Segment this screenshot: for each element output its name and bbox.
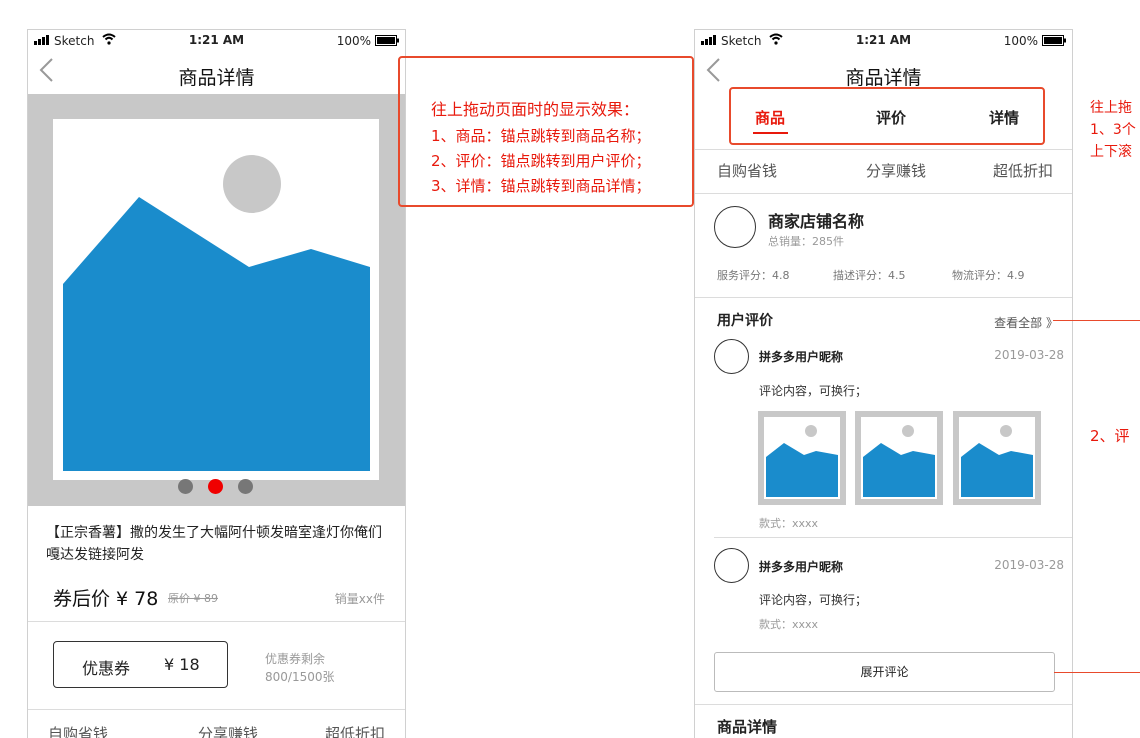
review-photo[interactable] [758,411,846,505]
battery-percent: 100% [336,34,371,48]
divider [28,709,405,710]
expand-reviews-button[interactable]: 展开评论 [714,652,1055,692]
view-all-reviews-link[interactable]: 查看全部 》 [994,314,1058,331]
right-note-line: 上下滚 [1090,144,1132,160]
phone-screen-product: Sketch 1:21 AM 100% 商品详情 【正宗香薯】撒的发生了大幅阿什… [27,29,406,738]
annotation-line-3: 3、详情：锚点跳转到商品详情； [431,177,651,195]
battery-icon [375,35,399,46]
shop-name[interactable]: 商家店铺名称 [768,208,864,232]
phone-screen-scrolled: Sketch 1:21 AM 100% 商品详情 商品 评价 详情 自购省钱 分… [694,29,1073,738]
annotation-line-2: 2、评价：锚点跳转到用户评价； [431,152,651,170]
after-coupon-price: 券后价 ¥ 78 [53,588,159,610]
reviewer-avatar [714,548,749,583]
battery-percent: 100% [1003,34,1038,48]
divider [695,149,1072,150]
divider [714,537,1072,538]
review-date: 2019-03-28 [994,558,1064,572]
image-placeholder-icon [863,425,935,497]
coupon-remain-label: 优惠券剩余 [265,652,326,666]
shop-score-description: 描述评分：4.5 [833,269,906,282]
coupon-button[interactable]: 优惠券 ¥ 18 [53,641,228,688]
coupon-label: 优惠券 [82,659,131,678]
connector-line [1053,320,1140,321]
coupon-amount: ¥ 18 [164,655,200,674]
divider [695,193,1072,194]
promo-self-save[interactable]: 自购省钱 [48,723,108,738]
review-content: 评论内容，可换行； [759,593,868,607]
divider [28,621,405,622]
reviewer-name: 拼多多用户昵称 [759,350,844,364]
shop-avatar[interactable] [714,206,756,248]
product-name: 【正宗香薯】撒的发生了大幅阿什顿发暗室逢灯你俺们嘎达发链接阿发 [46,525,382,563]
battery-icon [1042,35,1066,46]
carousel-dot[interactable] [178,479,193,494]
anchor-tab-bar: 商品 评价 详情 [729,87,1045,145]
image-placeholder-icon [961,425,1033,497]
annotation-title: 往上拖动页面时的显示效果： [431,100,640,119]
reviewer-name: 拼多多用户昵称 [759,560,844,574]
shop-score-logistics: 物流评分：4.9 [952,269,1025,282]
shop-total-sales: 总销量：285件 [768,235,844,248]
annotation-box: 往上拖动页面时的显示效果： 1、商品：锚点跳转到商品名称； 2、评价：锚点跳转到… [398,56,694,207]
product-carousel[interactable] [28,94,405,506]
review-style: 款式：xxxx [759,517,819,530]
promo-low-discount[interactable]: 超低折扣 [325,723,385,738]
tab-active-underline [753,132,788,134]
divider [695,704,1072,705]
review-photo[interactable] [953,411,1041,505]
product-detail-title: 商品详情 [717,718,778,736]
promo-self-save[interactable]: 自购省钱 [717,160,777,181]
tab-reviews[interactable]: 评价 [876,107,906,128]
carousel-image-frame [53,119,379,480]
tab-product[interactable]: 商品 [755,107,785,128]
review-photo[interactable] [855,411,943,505]
original-price: 原价 ¥ 89 [168,592,218,605]
tab-details[interactable]: 详情 [989,107,1019,128]
connector-line [1054,672,1140,673]
page-title: 商品详情 [178,67,255,89]
promo-share-earn[interactable]: 分享赚钱 [198,723,258,738]
nav-bar: 商品详情 [28,52,405,94]
promo-low-discount[interactable]: 超低折扣 [993,160,1053,181]
page-title: 商品详情 [845,67,922,89]
divider [695,297,1072,298]
status-bar: Sketch 1:21 AM 100% [28,30,405,52]
sales-count: 销量xx件 [334,592,385,606]
right-note-line: 1、3个 [1090,122,1136,138]
carousel-dot-active[interactable] [208,479,223,494]
reviews-title: 用户评价 [717,313,773,329]
review-style: 款式：xxxx [759,618,819,631]
right-note-line: 2、评 [1090,427,1130,445]
carousel-dot[interactable] [238,479,253,494]
expand-reviews-label: 展开评论 [860,665,909,679]
reviewer-avatar [714,339,749,374]
review-content: 评论内容，可换行； [759,384,868,398]
image-placeholder-icon [63,155,370,471]
coupon-remain-count: 800/1500张 [265,670,335,684]
image-placeholder-icon [766,425,838,497]
status-bar: Sketch 1:21 AM 100% [695,30,1072,52]
annotation-line-1: 1、商品：锚点跳转到商品名称； [431,127,651,145]
promo-share-earn[interactable]: 分享赚钱 [866,160,926,181]
right-note-line: 往上拖 [1090,100,1132,116]
review-date: 2019-03-28 [994,348,1064,362]
shop-score-service: 服务评分：4.8 [717,269,790,282]
